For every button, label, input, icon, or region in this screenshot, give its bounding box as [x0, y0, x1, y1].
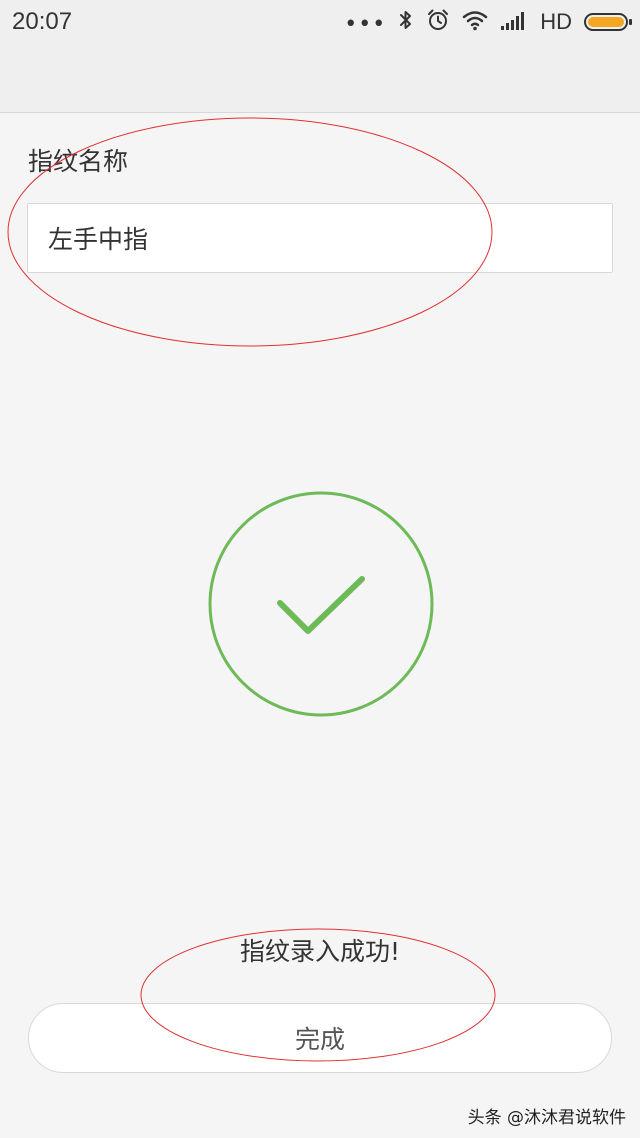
checkmark-circle-icon — [208, 491, 434, 717]
status-time: 20:07 — [12, 8, 73, 35]
battery-fill — [588, 17, 624, 27]
bluetooth-icon — [398, 8, 414, 36]
battery-icon — [584, 13, 632, 31]
signal-icon — [500, 9, 528, 35]
status-bar: 20:07 ••• HD — [0, 0, 640, 44]
success-message: 指纹录入成功! — [239, 937, 401, 966]
battery-tip — [629, 19, 632, 25]
watermark: 头条 @沐沐君说软件 — [467, 1108, 626, 1128]
fingerprint-name-input[interactable] — [27, 203, 613, 273]
done-button[interactable]: 完成 — [28, 1003, 612, 1073]
status-icons: ••• HD — [344, 8, 632, 37]
alarm-icon — [426, 8, 450, 36]
wifi-icon — [462, 9, 488, 35]
more-dots-icon: ••• — [344, 12, 387, 37]
title-bar — [0, 44, 640, 113]
network-label: HD — [540, 9, 572, 34]
fingerprint-name-label: 指纹名称 — [28, 147, 129, 176]
